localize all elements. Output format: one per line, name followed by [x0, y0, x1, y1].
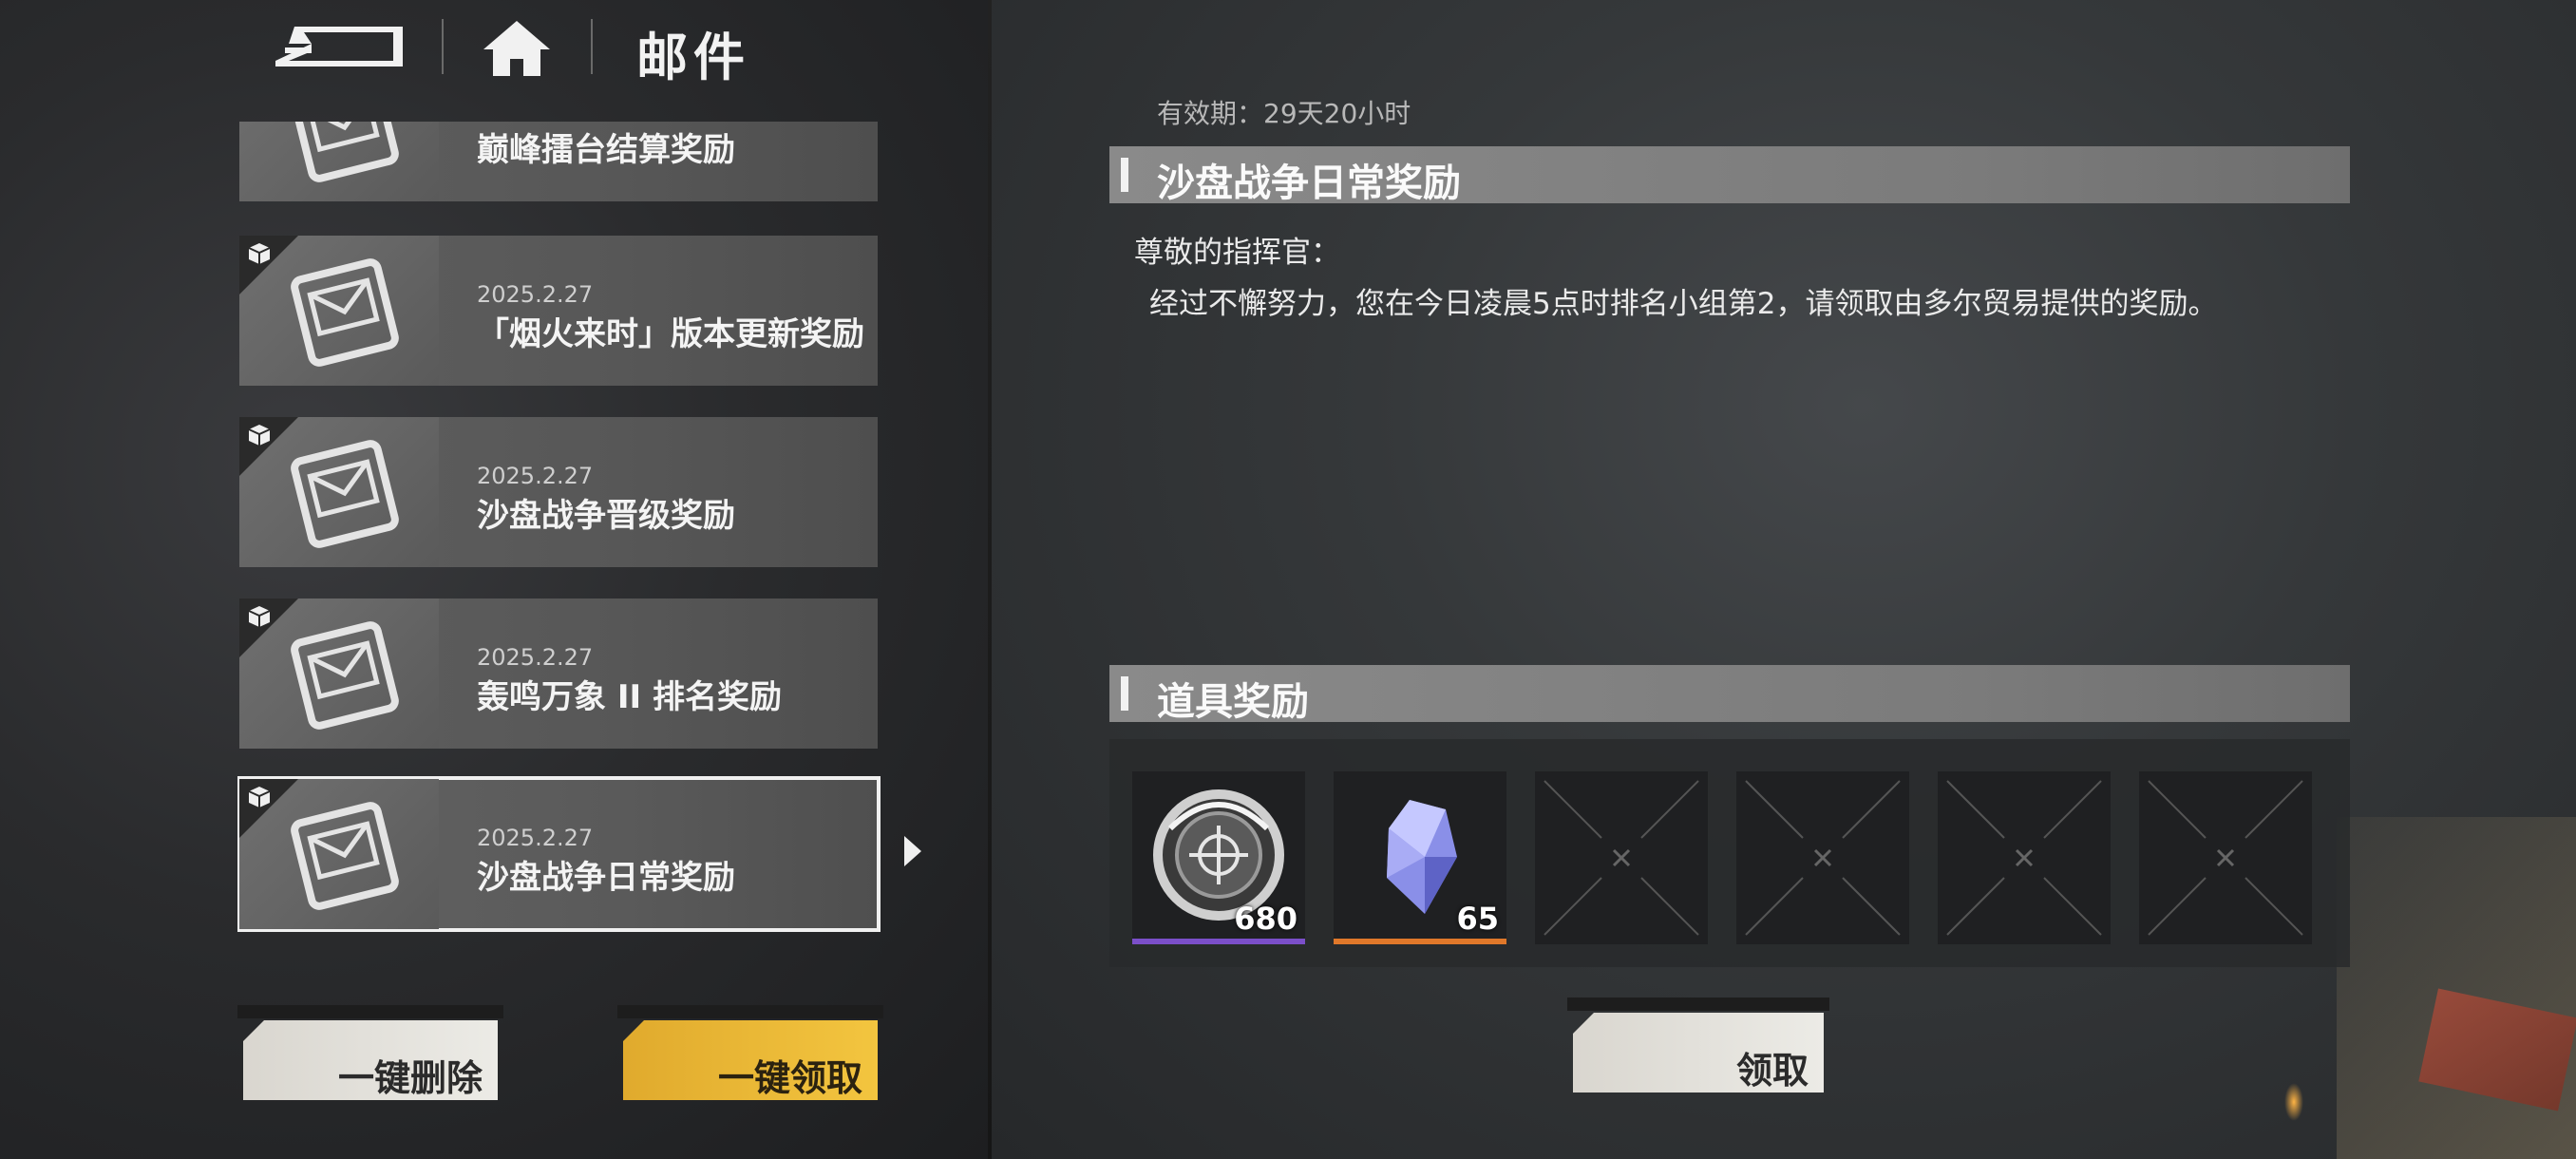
mail-subject: 轰鸣万象 II 排名奖励 — [477, 678, 782, 716]
envelope-icon — [291, 621, 399, 730]
mail-subject: 巅峰擂台结算奖励 — [477, 131, 735, 169]
home-icon — [483, 21, 550, 76]
mail-body: 经过不懈努力，您在今日凌晨5点时排名小组第2，请领取由多尔贸易提供的奖励。 — [1149, 287, 2218, 321]
mail-item[interactable]: 2025.2.27 沙盘战争晋级奖励 — [239, 417, 878, 567]
envelope-icon — [291, 440, 399, 548]
separator — [591, 19, 593, 74]
mail-date: 2025.2.27 — [477, 644, 594, 671]
button-deco-strip — [237, 1005, 503, 1018]
mail-subject: 沙盘战争日常奖励 — [477, 859, 735, 897]
mail-subject: 沙盘战争晋级奖励 — [477, 497, 735, 535]
button-body: 领取 — [1573, 1013, 1824, 1092]
package-icon — [248, 243, 271, 264]
mail-item-selected[interactable]: 2025.2.27 沙盘战争日常奖励 — [237, 776, 881, 932]
mail-date: 2025.2.27 — [477, 281, 594, 308]
separator — [442, 19, 444, 74]
reward-slot[interactable]: 65 — [1334, 771, 1506, 944]
back-button[interactable] — [266, 19, 408, 76]
mail-item[interactable]: 2025.2.27 「烟火来时」版本更新奖励 — [239, 236, 878, 386]
mail-title: 沙盘战争日常奖励 — [1157, 162, 1461, 205]
rewards-header: 道具奖励 — [1109, 665, 2350, 724]
button-body: 一键删除 — [243, 1020, 498, 1100]
mail-list[interactable]: 巅峰擂台结算奖励 2025.2.27 「烟火来时」版本更新奖励 2025.2.2… — [237, 122, 883, 948]
envelope-icon — [291, 258, 399, 367]
mail-title-header: 沙盘战争日常奖励 — [1109, 146, 2350, 205]
package-icon — [248, 425, 271, 446]
button-deco-strip — [1567, 998, 1829, 1011]
top-bar: 邮件 — [0, 0, 992, 95]
claim-label: 领取 — [1735, 1050, 1809, 1092]
expiry-text: 有效期：29天20小时 — [1157, 98, 1411, 129]
envelope-icon — [291, 802, 399, 910]
decorative-spark — [2284, 1083, 2303, 1121]
header-accent-bar — [1121, 676, 1128, 711]
rewards-area: 680 65 — [1109, 739, 2350, 967]
back-arrow-icon — [275, 27, 403, 66]
reward-slot-empty — [1535, 771, 1708, 944]
page-title: 邮件 — [636, 28, 750, 87]
mail-thumbnail — [239, 122, 439, 201]
reward-quantity: 65 — [1456, 901, 1499, 937]
package-icon — [248, 787, 271, 808]
mail-greeting: 尊敬的指挥官： — [1134, 236, 1340, 270]
package-icon — [248, 606, 271, 627]
claim-button[interactable]: 领取 — [1567, 998, 1829, 1096]
claim-all-label: 一键领取 — [717, 1057, 862, 1099]
claim-all-button[interactable]: 一键领取 — [617, 1005, 883, 1104]
mail-date: 2025.2.27 — [477, 825, 594, 851]
reward-slot-empty — [1938, 771, 2111, 944]
reward-slot[interactable]: 680 — [1132, 771, 1305, 944]
empty-slot-icon — [1745, 780, 1901, 936]
mail-item[interactable]: 巅峰擂台结算奖励 — [239, 122, 878, 201]
button-deco-strip — [617, 1005, 883, 1018]
mail-list-panel: 邮件 巅峰擂台结算奖励 2025.2.27 「烟火来时」版本更新奖励 2025.… — [0, 0, 992, 1159]
decorative-postcards — [2337, 817, 2576, 1159]
button-body: 一键领取 — [623, 1020, 878, 1100]
rarity-bar — [1132, 939, 1305, 944]
rewards-header-title: 道具奖励 — [1157, 680, 1309, 724]
mail-item[interactable]: 2025.2.27 轰鸣万象 II 排名奖励 — [239, 598, 878, 749]
mail-subject: 「烟火来时」版本更新奖励 — [477, 315, 864, 353]
envelope-icon — [291, 122, 399, 182]
home-button[interactable] — [480, 17, 554, 80]
reward-quantity: 680 — [1234, 901, 1297, 937]
delete-all-label: 一键删除 — [337, 1057, 483, 1099]
delete-all-button[interactable]: 一键删除 — [237, 1005, 503, 1104]
reward-slot-empty — [2139, 771, 2312, 944]
empty-slot-icon — [2148, 780, 2303, 936]
rarity-bar — [1334, 939, 1506, 944]
empty-slot-icon — [1946, 780, 2102, 936]
header-accent-bar — [1121, 158, 1128, 192]
reward-slot-empty — [1736, 771, 1909, 944]
mail-date: 2025.2.27 — [477, 463, 594, 489]
empty-slot-icon — [1544, 780, 1699, 936]
selection-arrow-icon — [904, 836, 921, 866]
